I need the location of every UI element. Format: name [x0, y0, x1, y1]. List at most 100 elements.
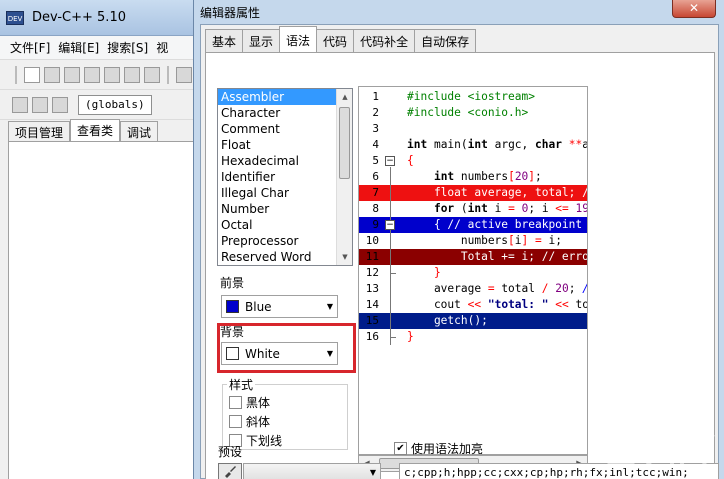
code-line: 6 int numbers[20];: [359, 169, 587, 185]
dialog-body: 基本 显示 语法 代码 代码补全 自动保存 Assembler Character…: [200, 24, 719, 479]
line-number: 16: [365, 330, 379, 343]
background-color-swatch: [226, 347, 239, 360]
code-line: 14 cout << "total: " << total << "\nAver…: [359, 297, 588, 313]
code-text: int main(int argc, char **argv): [407, 138, 587, 151]
syntax-element-item[interactable]: Comment: [218, 121, 338, 137]
file-extensions-input[interactable]: c;cpp;h;hpp;cc;cxx;cp;hp;rh;fx;inl;tcc;w…: [399, 463, 719, 479]
code-line: 11 Total += i; // error line: [359, 249, 587, 265]
menu-edit[interactable]: 编辑[E]: [58, 39, 99, 56]
tab-classes[interactable]: 查看类: [70, 119, 121, 143]
tab-general[interactable]: 基本: [205, 29, 244, 52]
syntax-element-item[interactable]: Identifier: [218, 169, 338, 185]
tab-code-completion[interactable]: 代码补全: [353, 29, 416, 52]
code-line: 15 getch();: [359, 313, 587, 329]
code-line: 1 #include <iostream>: [359, 89, 587, 105]
italic-checkbox[interactable]: 斜体: [229, 413, 270, 430]
line-number: 13: [365, 282, 379, 295]
code-text: numbers[i] = i;: [407, 234, 563, 247]
fold-line: [390, 231, 391, 273]
syntax-highlight-checkbox[interactable]: ✔ 使用语法加亮: [394, 440, 483, 457]
goto-back-icon[interactable]: [12, 96, 28, 113]
print-icon[interactable]: [144, 66, 160, 83]
toolbar-separator: [15, 65, 17, 84]
code-text: average = total / 20; // comment: [407, 282, 587, 295]
underline-label: 下划线: [246, 434, 283, 448]
code-text: cout << "total: " << total << "\nAverage…: [407, 298, 588, 311]
syntax-element-item[interactable]: Number: [218, 201, 338, 217]
syntax-element-item[interactable]: Preprocessor: [218, 233, 338, 249]
syntax-tab-content: Assembler Character Comment Float Hexadecima…: [205, 52, 715, 479]
syntax-element-item[interactable]: Character: [218, 105, 338, 121]
new-file-icon[interactable]: [24, 66, 40, 83]
menu-bar: 文件[F] 编辑[E] 搜索[S] 视: [0, 36, 199, 60]
dialog-tabs: 基本 显示 语法 代码 代码补全 自动保存: [205, 26, 477, 53]
foreground-color-value: Blue: [245, 299, 272, 314]
save-all-icon[interactable]: [84, 66, 100, 83]
preset-select[interactable]: ▼: [243, 463, 381, 479]
line-number: 11: [365, 250, 379, 263]
foreground-color-swatch: [226, 300, 239, 313]
syntax-element-item[interactable]: Octal: [218, 217, 338, 233]
line-number: 14: [365, 298, 379, 311]
preset-label: 预设: [218, 445, 243, 459]
scroll-up-icon[interactable]: ▲: [337, 89, 352, 105]
syntax-element-item[interactable]: Assembler: [218, 89, 338, 105]
bookmark-icon[interactable]: [52, 96, 68, 113]
globals-combo[interactable]: (globals): [78, 94, 152, 115]
devcpp-app-icon: DEV: [6, 10, 24, 25]
syntax-element-item[interactable]: Illegal Char: [218, 185, 338, 201]
code-text: {: [407, 154, 414, 167]
code-text: getch();: [407, 314, 488, 327]
code-line: 4 int main(int argc, char **argv): [359, 137, 587, 153]
background-color-select[interactable]: White ▼: [221, 342, 338, 365]
background-color-value: White: [245, 346, 280, 361]
syntax-element-item[interactable]: Reserved Word: [218, 249, 338, 265]
line-number: 3: [372, 122, 379, 135]
fold-end: [390, 337, 396, 338]
syntax-element-item[interactable]: Float: [218, 137, 338, 153]
close-file-icon[interactable]: [104, 66, 120, 83]
goto-forward-icon[interactable]: [32, 96, 48, 113]
preset-apply-button[interactable]: [218, 463, 242, 479]
element-list-scrollbar[interactable]: ▲ ▼: [336, 89, 352, 265]
fold-toggle-icon[interactable]: −: [385, 220, 395, 230]
syntax-element-list[interactable]: Assembler Character Comment Float Hexadecima…: [217, 88, 353, 266]
tab-autosave[interactable]: 自动保存: [414, 29, 477, 52]
tab-syntax[interactable]: 语法: [279, 26, 318, 53]
scrollbar-thumb[interactable]: [339, 107, 350, 179]
code-line: 2 #include <conio.h>: [359, 105, 587, 121]
save-icon[interactable]: [64, 66, 80, 83]
syntax-element-item[interactable]: Hexadecimal: [218, 153, 338, 169]
toolbar-separator: [167, 65, 169, 84]
foreground-label: 前景: [220, 276, 245, 290]
foreground-color-select[interactable]: Blue ▼: [221, 295, 338, 318]
undo-icon[interactable]: [176, 66, 192, 83]
close-all-icon[interactable]: [124, 66, 140, 83]
checkbox-box: [229, 396, 242, 409]
style-group-label: 样式: [227, 376, 256, 393]
line-number: 4: [372, 138, 379, 151]
line-number: 5: [372, 154, 379, 167]
menu-view[interactable]: 视: [156, 39, 168, 56]
style-group: 样式 黑体 斜体 下划线: [222, 376, 348, 450]
open-file-icon[interactable]: [44, 66, 60, 83]
line-number: 15: [365, 314, 379, 327]
tab-display[interactable]: 显示: [242, 29, 281, 52]
code-line: 13 average = total / 20; // comment: [359, 281, 587, 297]
background-label: 背景: [220, 325, 245, 339]
code-text: { // active breakpoint: [407, 218, 583, 231]
scroll-down-icon[interactable]: ▼: [337, 249, 352, 265]
main-window-title: Dev-C++ 5.10: [32, 10, 126, 25]
menu-search[interactable]: 搜索[S]: [107, 39, 148, 56]
line-number: 1: [372, 90, 379, 103]
line-number: 10: [365, 234, 379, 247]
fold-toggle-icon[interactable]: −: [385, 156, 395, 166]
menu-file[interactable]: 文件[F]: [10, 39, 50, 56]
code-line: 7 float average, total; //breakpoint: [359, 185, 587, 201]
bold-checkbox[interactable]: 黑体: [229, 394, 270, 411]
dialog-title: 编辑器属性: [200, 5, 261, 20]
line-number: 8: [372, 202, 379, 215]
close-button[interactable]: ✕: [672, 0, 716, 18]
main-window: DEV Dev-C++ 5.10 文件[F] 编辑[E] 搜索[S] 视 (gl…: [0, 0, 200, 479]
tab-code[interactable]: 代码: [316, 29, 355, 52]
